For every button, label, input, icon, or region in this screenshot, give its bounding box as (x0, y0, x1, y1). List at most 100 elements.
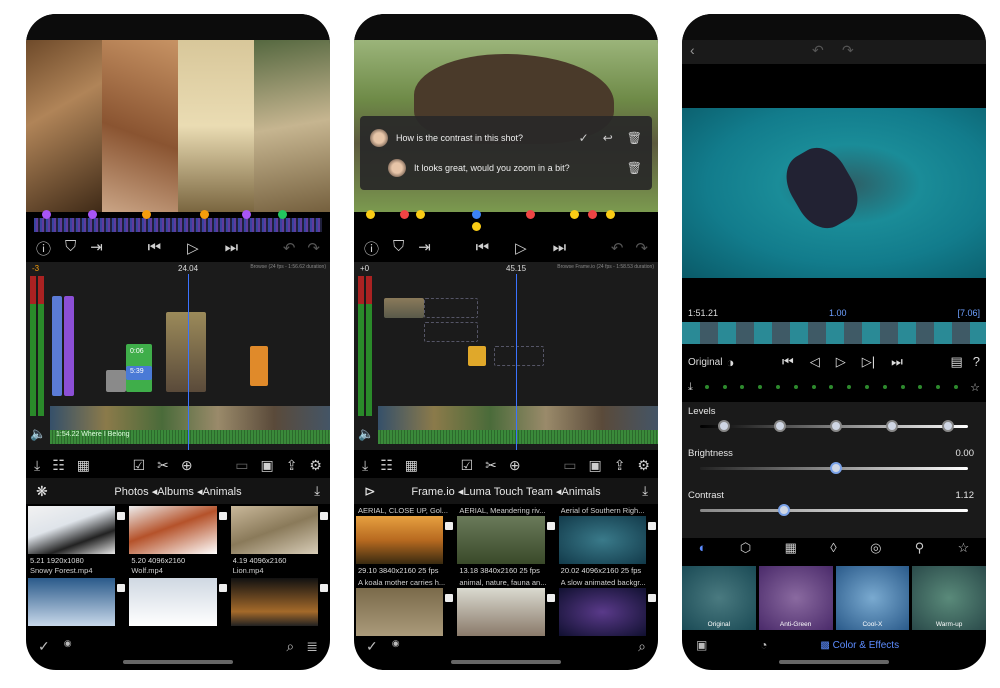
select-box[interactable] (320, 584, 328, 592)
back-icon[interactable]: ‹ (690, 42, 695, 58)
playhead[interactable] (188, 274, 189, 450)
brightness-knob[interactable] (830, 462, 842, 474)
marker[interactable] (42, 210, 51, 219)
play-icon[interactable]: ▷ (836, 354, 846, 370)
undo-icon[interactable]: ↶ (812, 42, 824, 59)
star-icon[interactable]: ☆ (958, 540, 970, 562)
levels-knob[interactable] (942, 420, 954, 432)
media-tile[interactable]: 5.20 4096x2160 Wolf.mp4 (129, 506, 227, 576)
color-effects-tab[interactable]: ▩ Color & Effects (820, 640, 899, 651)
frameio-icon[interactable]: ⊳ (364, 483, 376, 500)
clip[interactable] (384, 298, 424, 318)
marker[interactable] (570, 210, 579, 219)
help-icon[interactable]: ? (973, 354, 980, 370)
trash-icon[interactable]: 🗑 (627, 161, 642, 175)
play-icon[interactable]: ▷ (515, 239, 527, 257)
select-box[interactable] (546, 522, 555, 530)
undo-icon[interactable]: ↶ (283, 239, 296, 257)
playhead[interactable] (516, 274, 517, 450)
marker[interactable] (472, 222, 481, 231)
marker[interactable] (606, 210, 615, 219)
levels-knob[interactable] (886, 420, 898, 432)
trash-icon[interactable]: 🗑 (627, 131, 642, 145)
palette-icon[interactable]: ◐ (699, 540, 707, 562)
scissors-icon[interactable]: ✂ (157, 457, 169, 474)
layers-icon[interactable]: ☷ (380, 457, 393, 474)
select-box[interactable] (117, 584, 126, 592)
select-box[interactable] (445, 594, 454, 602)
add-icon[interactable]: ⊕ (181, 457, 193, 474)
info-icon[interactable]: ⓘ (364, 238, 379, 259)
marker[interactable] (142, 210, 151, 219)
keyframe-import-icon[interactable]: ⤓ (688, 381, 693, 394)
marker[interactable] (588, 210, 597, 219)
grid-icon[interactable]: ▦ (77, 457, 90, 474)
select-box[interactable] (648, 594, 656, 602)
drop-icon[interactable]: ◊ (830, 540, 836, 562)
contrast-track[interactable] (700, 509, 968, 512)
filter-icon[interactable]: ≣ (306, 638, 318, 655)
step-forward-icon[interactable]: ▷| (862, 354, 875, 370)
target-icon[interactable]: ◎ (870, 540, 881, 562)
add-icon[interactable]: ⊕ (509, 457, 521, 474)
clip[interactable] (106, 370, 126, 392)
marker[interactable] (88, 210, 97, 219)
main-video-track[interactable] (378, 406, 658, 430)
select-box[interactable] (546, 594, 555, 602)
grid-icon[interactable]: ▦ (785, 540, 797, 562)
speaker-icon[interactable]: 🔈 (30, 426, 46, 442)
marker[interactable] (472, 210, 481, 219)
select-icon[interactable]: ☑ (133, 457, 146, 474)
clipboard-icon[interactable]: ▤ (950, 354, 962, 370)
select-box[interactable] (218, 584, 227, 592)
timeline[interactable]: +0 45.15 Browse Frame.io (24 fps - 1:58.… (354, 262, 658, 450)
clip-placeholder[interactable] (424, 322, 478, 342)
import-icon[interactable]: ⤓ (34, 457, 40, 474)
redo-icon[interactable]: ↷ (307, 239, 320, 257)
play-icon[interactable]: ▷ (187, 239, 199, 257)
clip[interactable] (250, 346, 268, 386)
settings-icon[interactable]: ⚙ (637, 457, 650, 474)
clip[interactable] (52, 296, 62, 396)
levels-knob[interactable] (774, 420, 786, 432)
camera-icon[interactable]: ▭ (235, 457, 248, 474)
preset-tile[interactable]: Cool-X (835, 566, 910, 630)
import-icon[interactable]: ⤓ (362, 457, 368, 474)
checkmark-icon[interactable]: ✓ (38, 638, 50, 655)
preset-tile[interactable]: Anti-Green (758, 566, 833, 630)
contrast-knob[interactable] (778, 504, 790, 516)
skip-back-icon[interactable]: ⏮ (782, 354, 794, 370)
search-icon[interactable]: ⌕ (286, 638, 294, 655)
skip-forward-icon[interactable]: ⏭ (891, 354, 903, 370)
layout-icon[interactable]: ▣ (588, 457, 601, 474)
select-box[interactable] (445, 522, 454, 530)
record-icon[interactable]: ◉ (64, 638, 72, 655)
info-icon[interactable]: ⓘ (36, 238, 51, 259)
skip-back-icon[interactable]: ⏮ (148, 239, 162, 257)
skip-back-icon[interactable]: ⏮ (476, 239, 490, 257)
share-icon[interactable]: ⇪ (614, 457, 626, 474)
media-tile[interactable]: Aerial of Southern Righ... 20.02 4096x21… (558, 506, 656, 576)
clip[interactable] (64, 296, 74, 396)
library-breadcrumb[interactable]: Frame.io ◂Luma Touch Team ◂Animals (411, 485, 600, 498)
speaker-icon[interactable]: 🔈 (358, 426, 374, 442)
clip-placeholder[interactable] (494, 346, 544, 366)
levels-knob[interactable] (830, 420, 842, 432)
star-icon[interactable]: ☆ (970, 381, 980, 394)
scissors-icon[interactable]: ✂ (485, 457, 497, 474)
preset-tile[interactable]: Original (682, 566, 756, 630)
aperture-icon[interactable]: ❋ (36, 483, 48, 500)
main-video-track[interactable] (50, 406, 330, 430)
grid-icon[interactable]: ▦ (405, 457, 418, 474)
timeline[interactable]: -3 24.04 Browse (24 fps - 1:56.62 durati… (26, 262, 330, 450)
frame-strip[interactable] (682, 322, 986, 344)
clip-placeholder[interactable] (424, 298, 478, 318)
marker[interactable] (278, 210, 287, 219)
media-tile[interactable]: 5.21 1920x1080 Snowy Forest.mp4 (28, 506, 126, 576)
add-keyframe-icon[interactable]: ⇥ (90, 238, 103, 259)
skip-forward-icon[interactable]: ⏭ (225, 239, 239, 257)
import-tray-icon[interactable]: ⤓ (642, 483, 648, 499)
select-box[interactable] (117, 512, 126, 520)
marker[interactable] (200, 210, 209, 219)
marker[interactable] (526, 210, 535, 219)
